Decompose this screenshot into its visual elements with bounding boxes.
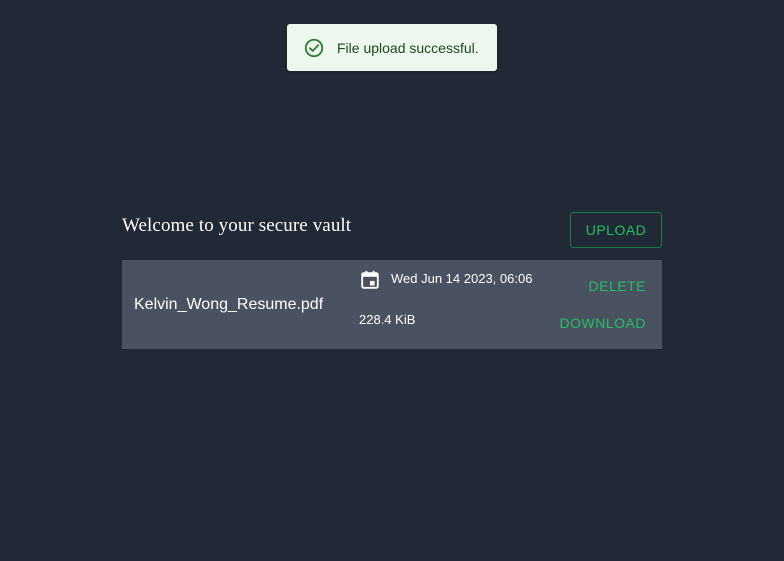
calendar-icon bbox=[359, 269, 381, 291]
download-button[interactable]: DOWNLOAD bbox=[560, 315, 646, 331]
file-size: 228.4 KiB bbox=[359, 312, 416, 327]
check-circle-icon bbox=[303, 37, 325, 59]
file-date-row: Wed Jun 14 2023, 06:06 bbox=[359, 269, 532, 291]
success-toast: File upload successful. bbox=[287, 24, 497, 71]
page-title: Welcome to your secure vault bbox=[122, 215, 352, 236]
file-card: Kelvin_Wong_Resume.pdf Wed Jun 14 2023, … bbox=[122, 260, 662, 349]
delete-button[interactable]: DELETE bbox=[589, 278, 646, 294]
toast-message: File upload successful. bbox=[337, 39, 479, 56]
upload-button[interactable]: UPLOAD bbox=[570, 212, 662, 248]
file-date: Wed Jun 14 2023, 06:06 bbox=[391, 270, 533, 286]
file-name: Kelvin_Wong_Resume.pdf bbox=[134, 296, 324, 313]
page: File upload successful. Welcome to your … bbox=[0, 0, 784, 561]
